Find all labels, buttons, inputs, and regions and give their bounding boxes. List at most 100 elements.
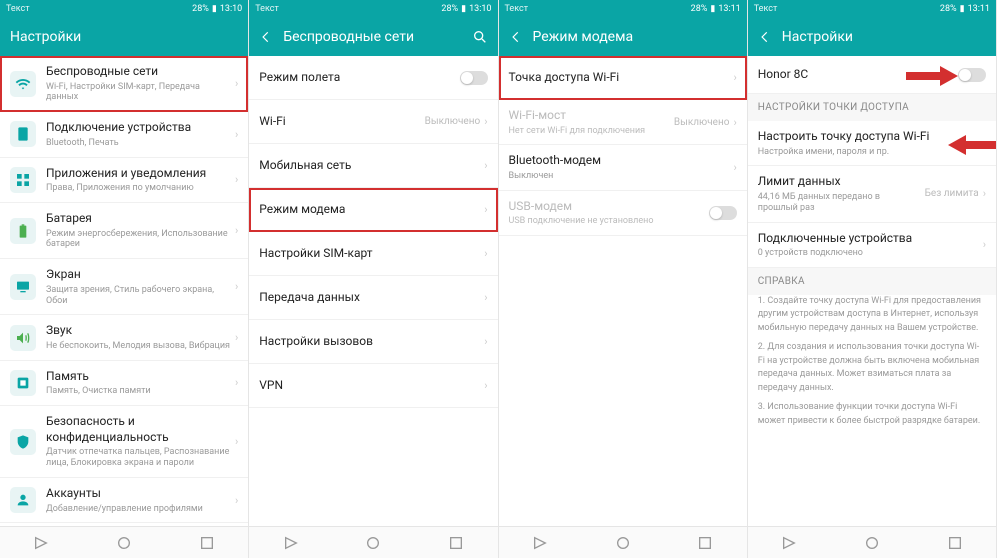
- list-item[interactable]: Bluetooth-модемВыключен›: [499, 145, 747, 190]
- nav-back-icon[interactable]: [532, 535, 548, 551]
- list-item[interactable]: Звук Не беспокоить, Мелодия вызова, Вибра…: [0, 315, 248, 360]
- item-label: Подключенные устройства: [758, 231, 979, 247]
- chevron-right-icon: ›: [235, 128, 238, 141]
- chevron-right-icon: ›: [484, 115, 487, 128]
- chevron-right-icon: ›: [235, 77, 238, 90]
- item-label: Wi-Fi: [259, 114, 418, 130]
- nav-bar: [499, 526, 747, 558]
- toggle[interactable]: [460, 71, 488, 85]
- chevron-right-icon: ›: [484, 159, 487, 172]
- page-title: Беспроводные сети: [283, 29, 461, 45]
- item-label: Беспроводные сети: [46, 64, 231, 80]
- section-header: СПРАВКА: [748, 268, 996, 295]
- nav-recent-icon[interactable]: [947, 535, 963, 551]
- list-item[interactable]: ЭкранЗащита зрения, Стиль рабочего экран…: [0, 259, 248, 315]
- chevron-right-icon: ›: [733, 71, 736, 84]
- item-label: VPN: [259, 378, 480, 394]
- app-bar: Режим модема: [499, 18, 747, 56]
- search-icon[interactable]: [472, 29, 488, 45]
- item-subtitle: Права, Приложения по умолчанию: [46, 183, 231, 194]
- apps-icon: [10, 167, 36, 193]
- list-item[interactable]: Мобильная сеть›: [249, 144, 497, 188]
- chevron-right-icon: ›: [235, 173, 238, 186]
- list-item[interactable]: Приложения и уведомленияПрава, Приложени…: [0, 158, 248, 203]
- item-label: Настройки SIM-карт: [259, 246, 480, 262]
- item-label: Экран: [46, 267, 231, 283]
- pointer-arrow-icon: [948, 135, 996, 155]
- toggle[interactable]: [709, 206, 737, 220]
- hotspot-toggle[interactable]: [958, 68, 986, 82]
- item-value: Без лимита: [925, 188, 979, 199]
- item-label: Режим модема: [259, 202, 480, 218]
- item-value: Выключено: [425, 116, 481, 127]
- nav-home-icon[interactable]: [864, 535, 880, 551]
- nav-recent-icon[interactable]: [448, 535, 464, 551]
- app-bar: Беспроводные сети: [249, 18, 497, 56]
- list-item[interactable]: УправлениеСпец. возможности›: [0, 523, 248, 526]
- list-item[interactable]: Настроить точку доступа Wi-FiНастройка и…: [748, 121, 996, 166]
- nav-home-icon[interactable]: [365, 535, 381, 551]
- list-item[interactable]: Настройки SIM-карт›: [249, 232, 497, 276]
- nav-home-icon[interactable]: [615, 535, 631, 551]
- section-header: НАСТРОЙКИ ТОЧКИ ДОСТУПА: [748, 94, 996, 121]
- item-label: Режим полета: [259, 70, 459, 86]
- list-item[interactable]: VPN›: [249, 364, 497, 408]
- status-bar: Текст 28%▮13:11: [748, 0, 996, 18]
- item-subtitle: Bluetooth, Печать: [46, 138, 231, 149]
- list-item[interactable]: Wi-Fi-мостНет сети Wi-Fi для подключения…: [499, 100, 747, 145]
- item-label: Аккаунты: [46, 486, 231, 502]
- chevron-right-icon: ›: [484, 291, 487, 304]
- nav-bar: [0, 526, 248, 558]
- list-item[interactable]: USB-модемUSB подключение не установлено: [499, 191, 747, 236]
- list-item[interactable]: БатареяРежим энергосбережения, Использов…: [0, 203, 248, 259]
- tethering-list: Точка доступа Wi-Fi›Wi-Fi-мостНет сети W…: [499, 56, 747, 526]
- item-label: Лимит данных: [758, 174, 919, 190]
- app-bar: Настройки: [748, 18, 996, 56]
- status-bar: Текст 28%▮13:11: [499, 0, 747, 18]
- page-title: Режим модема: [533, 29, 737, 45]
- nav-home-icon[interactable]: [116, 535, 132, 551]
- item-subtitle: Wi-Fi, Настройки SIM-карт, Передача данн…: [46, 82, 231, 104]
- list-item[interactable]: Режим полета: [249, 56, 497, 100]
- hotspot-content: Honor 8C НАСТРОЙКИ ТОЧКИ ДОСТУПА Настрои…: [748, 56, 996, 526]
- chevron-right-icon: ›: [733, 161, 736, 174]
- item-label: USB-модем: [509, 199, 709, 215]
- back-icon[interactable]: [509, 30, 523, 44]
- item-label: Безопасность и конфиденциальность: [46, 414, 231, 445]
- list-item[interactable]: Передача данных›: [249, 276, 497, 320]
- pointer-arrow-icon: [906, 66, 958, 86]
- app-bar: Настройки: [0, 18, 248, 56]
- page-title: Настройки: [782, 29, 986, 45]
- item-subtitle: Добавление/управление профилями: [46, 504, 231, 515]
- list-item[interactable]: Подключенные устройства0 устройств подкл…: [748, 223, 996, 268]
- nav-back-icon[interactable]: [781, 535, 797, 551]
- list-item[interactable]: Беспроводные сети Wi-Fi, Настройки SIM-ка…: [0, 56, 248, 112]
- back-icon[interactable]: [259, 30, 273, 44]
- item-subtitle: Не беспокоить, Мелодия вызова, Вибрация: [46, 341, 231, 352]
- sound-icon: [10, 325, 36, 351]
- list-item[interactable]: Подключение устройстваBluetooth, Печать›: [0, 112, 248, 157]
- memory-icon: [10, 370, 36, 396]
- nav-recent-icon[interactable]: [697, 535, 713, 551]
- hotspot-toggle-row[interactable]: Honor 8C: [748, 56, 996, 94]
- item-label: Звук: [46, 323, 231, 339]
- nav-back-icon[interactable]: [283, 535, 299, 551]
- back-icon[interactable]: [758, 30, 772, 44]
- item-label: Точка доступа Wi-Fi: [509, 70, 730, 86]
- panel-wireless: Текст 28%▮13:10 Беспроводные сети Режим …: [249, 0, 498, 558]
- chevron-right-icon: ›: [235, 494, 238, 507]
- list-item[interactable]: Аккаунты Добавление/управление профилями ›: [0, 478, 248, 523]
- list-item[interactable]: Настройки вызовов›: [249, 320, 497, 364]
- list-item[interactable]: Лимит данных44,16 МБ данных передано в п…: [748, 166, 996, 222]
- list-item[interactable]: Режим модема›: [249, 188, 497, 232]
- list-item[interactable]: Wi-Fi Выключено›: [249, 100, 497, 144]
- nav-back-icon[interactable]: [33, 535, 49, 551]
- nav-recent-icon[interactable]: [199, 535, 215, 551]
- list-item[interactable]: Безопасность и конфиденциальностьДатчик …: [0, 406, 248, 478]
- panel-settings: Текст 28%▮13:10 Настройки Беспроводные с…: [0, 0, 249, 558]
- help-text: 1. Создайте точку доступа Wi-Fi для пред…: [748, 295, 996, 429]
- list-item[interactable]: Точка доступа Wi-Fi›: [499, 56, 747, 100]
- panel-tethering: Текст 28%▮13:11 Режим модема Точка досту…: [499, 0, 748, 558]
- list-item[interactable]: ПамятьПамять, Очистка памяти›: [0, 361, 248, 406]
- item-subtitle: 0 устройств подключено: [758, 248, 979, 259]
